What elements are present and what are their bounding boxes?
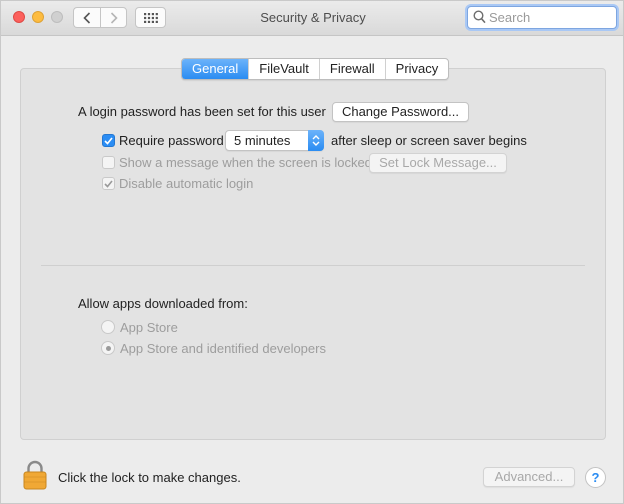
search-input[interactable] xyxy=(489,9,611,26)
lock-message: Click the lock to make changes. xyxy=(58,470,241,485)
disable-auto-login-label: Disable automatic login xyxy=(119,176,254,191)
radio-app-store[interactable] xyxy=(101,320,115,334)
help-button[interactable]: ? xyxy=(585,467,606,488)
tab-firewall[interactable]: Firewall xyxy=(320,59,386,79)
disable-auto-login-checkbox[interactable] xyxy=(102,177,115,190)
allow-apps-heading: Allow apps downloaded from: xyxy=(78,296,248,311)
radio-selected-dot xyxy=(105,345,111,351)
grid-icon xyxy=(143,12,158,23)
search-icon xyxy=(473,10,486,24)
general-panel xyxy=(20,68,606,440)
zoom-button[interactable] xyxy=(51,11,63,23)
title-bar: Security & Privacy xyxy=(1,1,623,36)
checkmark-icon xyxy=(104,179,113,188)
require-password-label: Require password xyxy=(119,133,224,148)
show-message-label: Show a message when the screen is locked xyxy=(119,155,372,170)
close-button[interactable] xyxy=(13,11,25,23)
radio-app-store-label: App Store xyxy=(120,320,178,335)
lock-icon[interactable] xyxy=(23,460,47,490)
set-lock-message-button[interactable]: Set Lock Message... xyxy=(369,153,507,173)
require-password-suffix: after sleep or screen saver begins xyxy=(331,133,527,148)
tab-general[interactable]: General xyxy=(182,59,250,79)
tab-filevault[interactable]: FileVault xyxy=(249,59,320,79)
show-all-button[interactable] xyxy=(135,7,166,28)
show-message-checkbox[interactable] xyxy=(102,156,115,169)
delay-value: 5 minutes xyxy=(234,133,291,148)
radio-app-store-identified-label: App Store and identified developers xyxy=(120,341,326,356)
minimize-button[interactable] xyxy=(32,11,44,23)
back-button[interactable] xyxy=(73,7,100,28)
chevron-left-icon xyxy=(83,11,91,24)
section-divider xyxy=(41,265,585,266)
tab-bar: General FileVault Firewall Privacy xyxy=(181,58,450,80)
require-password-checkbox[interactable] xyxy=(102,134,115,147)
require-password-delay-popup[interactable]: 5 minutes xyxy=(225,130,324,151)
login-password-text: A login password has been set for this u… xyxy=(78,104,326,119)
search-field[interactable] xyxy=(467,6,617,29)
checkmark-icon xyxy=(104,136,113,145)
window-title: Security & Privacy xyxy=(260,10,366,25)
tab-privacy[interactable]: Privacy xyxy=(386,59,449,79)
advanced-button[interactable]: Advanced... xyxy=(483,467,575,487)
radio-app-store-identified[interactable] xyxy=(101,341,115,355)
forward-button[interactable] xyxy=(100,7,127,28)
preferences-window: Security & Privacy General FileVault Fir… xyxy=(0,0,624,504)
chevron-right-icon xyxy=(110,11,118,24)
change-password-button[interactable]: Change Password... xyxy=(332,102,469,122)
nav-buttons xyxy=(73,7,127,28)
chevron-updown-icon xyxy=(308,130,324,151)
